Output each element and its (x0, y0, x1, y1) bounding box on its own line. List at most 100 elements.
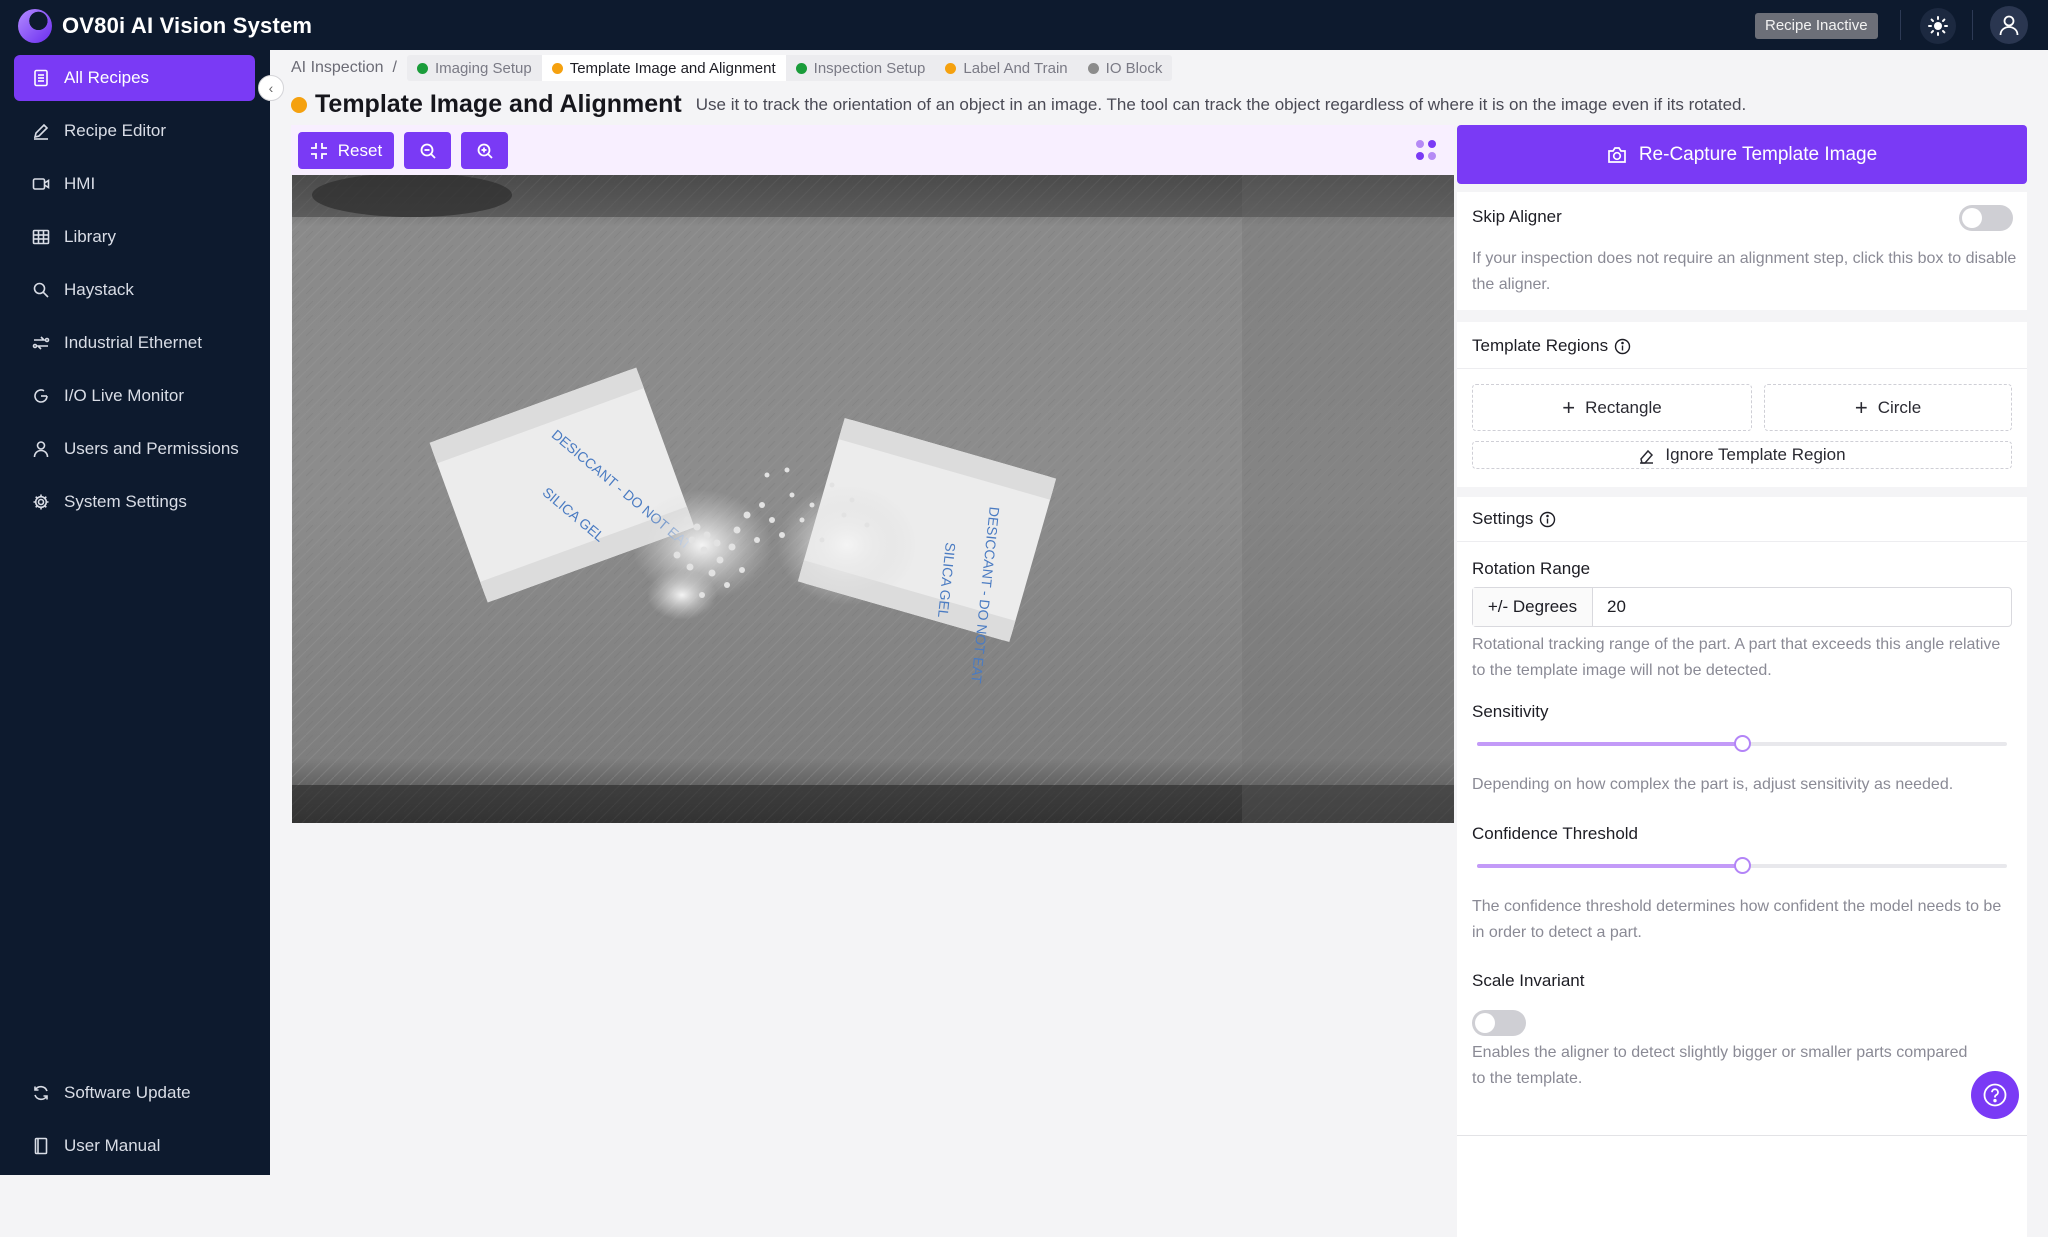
status-dot (945, 62, 957, 74)
rotation-unit-addon: +/- Degrees (1473, 588, 1593, 626)
network-icon (32, 336, 50, 350)
sidebar-item-library[interactable]: Library (14, 214, 255, 260)
recapture-label: Re-Capture Template Image (1638, 143, 1878, 165)
gear-icon (33, 494, 49, 510)
sidebar-item-label: Users and Permissions (64, 439, 239, 458)
tab-label-and-train[interactable]: Label And Train (935, 55, 1077, 81)
app-logo (18, 9, 52, 43)
settings-card: Settings Rotation Range +/- Degrees 20 R… (1457, 497, 2027, 1237)
scale-invariant-title: Scale Invariant (1472, 971, 1585, 990)
sidebar-item-label: Recipe Editor (64, 121, 167, 140)
reset-button[interactable]: Reset (298, 132, 394, 169)
tab-imaging-setup[interactable]: Imaging Setup (407, 55, 542, 81)
document-icon (34, 69, 48, 87)
sidebar-item-haystack[interactable]: Haystack (14, 267, 255, 313)
sidebar-item-system-settings[interactable]: System Settings (14, 479, 255, 525)
status-dot (291, 96, 307, 113)
recapture-template-button[interactable]: Re-Capture Template Image (1457, 125, 2027, 184)
ignore-template-region-button[interactable]: Ignore Template Region (1472, 441, 2012, 469)
rotation-range-help: Rotational tracking range of the part. A… (1472, 636, 2001, 679)
page-description: Use it to track the orientation of an ob… (695, 94, 1747, 114)
status-dot (1087, 62, 1099, 74)
confidence-slider[interactable] (1477, 857, 2007, 874)
monitor-icon (34, 389, 48, 403)
ignore-region-label: Ignore Template Region (1665, 445, 1846, 464)
sidebar-item-label: Library (64, 227, 116, 246)
spilled-powder-left (647, 570, 717, 620)
tab-inspection-setup[interactable]: Inspection Setup (786, 55, 936, 81)
tab-label: IO Block (1105, 59, 1163, 77)
sidebar-item-label: User Manual (64, 1136, 161, 1155)
rotation-range-input[interactable]: 20 (1593, 588, 2011, 626)
user-menu-button[interactable] (1990, 6, 2028, 44)
collapse-sidebar-button[interactable]: ‹ (258, 75, 284, 101)
sidebar-item-label: Software Update (64, 1083, 191, 1102)
sun-icon (1928, 16, 1948, 36)
confidence-threshold-title: Confidence Threshold (1472, 824, 1639, 843)
reset-label: Reset (337, 140, 383, 160)
sensitivity-help: Depending on how complex the part is, ad… (1472, 776, 1954, 793)
sensitivity-slider-fill (1477, 742, 1742, 746)
loading-dots-icon (1416, 140, 1436, 160)
info-icon[interactable] (1614, 338, 1631, 355)
scale-invariant-toggle[interactable] (1472, 1010, 1526, 1036)
sidebar-item-label: System Settings (64, 492, 187, 511)
divider (1900, 10, 1901, 40)
sensitivity-slider[interactable] (1477, 735, 2007, 752)
status-dot (795, 62, 807, 74)
skip-aligner-title: Skip Aligner (1472, 207, 1562, 226)
help-button[interactable] (1971, 1071, 2019, 1119)
plus-icon: + (1854, 394, 1868, 420)
shrink-icon (310, 142, 327, 159)
confidence-slider-handle[interactable] (1734, 857, 1751, 874)
skip-aligner-toggle[interactable] (1959, 205, 2013, 231)
template-image[interactable]: DESICCANT - DO NOT EAT SILICA GEL DESICC… (292, 175, 1454, 823)
sidebar-item-hmi[interactable]: HMI (14, 161, 255, 207)
step-tabs: Imaging Setup Template Image and Alignme… (406, 55, 1173, 81)
add-rectangle-button[interactable]: + Rectangle (1472, 384, 1752, 431)
divider (1972, 10, 1973, 40)
sidebar-item-industrial-ethernet[interactable]: Industrial Ethernet (14, 320, 255, 366)
grid-icon (32, 229, 50, 245)
search-icon (33, 282, 49, 298)
sidebar-item-all-recipes[interactable]: All Recipes (14, 55, 255, 101)
sidebar-item-software-update[interactable]: Software Update (14, 1070, 255, 1116)
sidebar-item-users-and-permissions[interactable]: Users and Permissions (14, 426, 255, 472)
skip-aligner-card: Skip Aligner If your inspection does not… (1457, 192, 2027, 310)
sidebar-item-label: Industrial Ethernet (64, 333, 202, 352)
sidebar: All Recipes Recipe Editor HMI Library Ha… (0, 50, 270, 1175)
sidebar-item-label: All Recipes (64, 68, 150, 87)
zoom-in-button[interactable] (461, 132, 508, 169)
template-regions-card: Template Regions + Rectangle + Circle Ig… (1457, 322, 2027, 487)
sidebar-item-recipe-editor[interactable]: Recipe Editor (14, 108, 255, 154)
tab-template-image-and-alignment[interactable]: Template Image and Alignment (541, 55, 786, 81)
chevron-left-icon: ‹ (268, 80, 274, 96)
spilled-powder-right (777, 485, 917, 605)
image-toolbar: Reset (291, 125, 1454, 175)
page-header: Template Image and Alignment Use it to t… (291, 90, 1746, 119)
tab-io-block[interactable]: IO Block (1078, 55, 1173, 81)
sensitivity-slider-handle[interactable] (1734, 735, 1751, 752)
template-image-canvas: DESICCANT - DO NOT EAT SILICA GEL DESICC… (292, 175, 1454, 823)
zoom-in-icon (477, 143, 493, 159)
sidebar-item-user-manual[interactable]: User Manual (14, 1123, 255, 1169)
sidebar-item-io-live-monitor[interactable]: I/O Live Monitor (14, 373, 255, 419)
breadcrumb-root[interactable]: AI Inspection (291, 59, 384, 77)
zoom-out-button[interactable] (404, 132, 451, 169)
divider (1457, 368, 2027, 369)
theme-toggle-button[interactable] (1920, 8, 1956, 44)
shadow (1242, 175, 1454, 823)
tab-label: Imaging Setup (434, 59, 532, 77)
info-icon[interactable] (1539, 511, 1556, 528)
zoom-out-icon (420, 143, 436, 159)
sidebar-item-label: HMI (64, 174, 96, 193)
template-regions-header: Template Regions (1472, 336, 1631, 356)
pencil-icon (33, 123, 49, 140)
sensitivity-title: Sensitivity (1472, 702, 1549, 721)
top-bar: OV80i AI Vision System Recipe Inactive (0, 0, 2048, 50)
rotation-range-title: Rotation Range (1472, 559, 1591, 578)
add-circle-button[interactable]: + Circle (1764, 384, 2012, 431)
question-icon (1983, 1083, 2007, 1107)
tab-label: Template Image and Alignment (569, 59, 776, 77)
app-title: OV80i AI Vision System (62, 13, 313, 38)
